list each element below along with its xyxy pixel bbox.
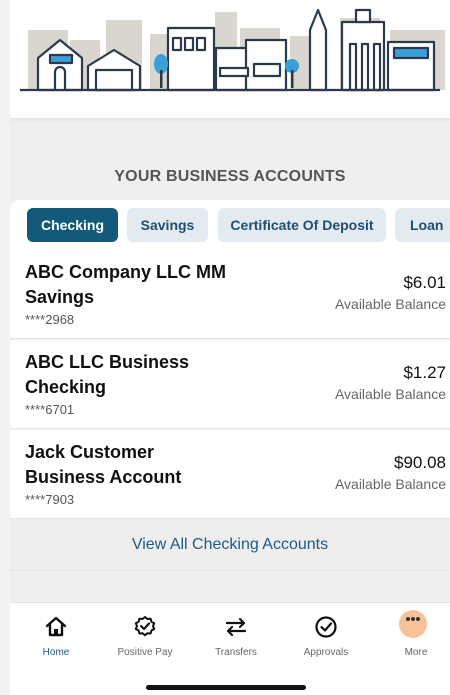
view-all-checking-link[interactable]: View All Checking Accounts xyxy=(10,519,450,571)
bottom-navigation: Home Positive Pay Transfers Approvals Mo… xyxy=(10,602,450,695)
account-row[interactable]: ABC LLC Business Checking ****6701 $1.27… xyxy=(10,340,450,429)
account-number-masked: ****6701 xyxy=(25,402,75,417)
hero-illustration xyxy=(10,0,450,120)
tab-loan[interactable]: Loan xyxy=(395,208,450,242)
nav-home[interactable]: Home xyxy=(16,615,96,665)
city-skyline-illustration xyxy=(20,8,445,92)
available-balance-label: Available Balance xyxy=(334,386,446,402)
home-icon xyxy=(45,616,67,637)
nav-positive-pay[interactable]: Positive Pay xyxy=(105,615,185,665)
available-balance-label: Available Balance xyxy=(334,476,446,492)
tab-savings[interactable]: Savings xyxy=(127,208,208,242)
badge-check-icon xyxy=(134,616,156,637)
account-name: ABC LLC Business Checking xyxy=(25,352,190,397)
account-balance-amount: $6.01 xyxy=(403,273,446,292)
nav-approvals[interactable]: Approvals xyxy=(286,615,366,665)
tab-certificate-of-deposit[interactable]: Certificate Of Deposit xyxy=(218,208,386,242)
account-balance-amount: $90.08 xyxy=(394,453,446,472)
account-row[interactable]: Jack Customer Business Account ****7903 … xyxy=(10,430,450,519)
account-number-masked: ****7903 xyxy=(25,492,75,507)
account-row[interactable]: ABC Company LLC MM Savings ****2968 $6.0… xyxy=(10,250,450,339)
account-name: Jack Customer Business Account xyxy=(25,442,182,487)
nav-label: Transfers xyxy=(215,647,257,658)
transfer-arrows-icon xyxy=(225,617,247,637)
account-balance-amount: $1.27 xyxy=(403,363,446,382)
app-screen: YOUR BUSINESS ACCOUNTS Checking Savings … xyxy=(10,0,450,695)
home-indicator[interactable] xyxy=(146,685,306,690)
nav-more[interactable]: More xyxy=(376,610,450,665)
nav-label: Home xyxy=(42,647,70,658)
available-balance-label: Available Balance xyxy=(334,296,446,312)
account-number-masked: ****2968 xyxy=(25,312,75,327)
account-type-tabs: Checking Savings Certificate Of Deposit … xyxy=(10,200,450,250)
account-name: ABC Company LLC MM Savings xyxy=(25,262,226,307)
nav-label: Approvals xyxy=(303,647,349,658)
section-title: YOUR BUSINESS ACCOUNTS xyxy=(114,168,346,185)
check-circle-icon xyxy=(315,616,337,638)
nav-label: Positive Pay xyxy=(117,647,173,658)
section-spacer xyxy=(10,571,450,602)
more-dots-icon xyxy=(399,610,427,638)
device-frame-edge xyxy=(0,0,10,695)
tab-checking[interactable]: Checking xyxy=(27,208,118,242)
nav-transfers[interactable]: Transfers xyxy=(196,615,276,665)
nav-label: More xyxy=(404,647,428,658)
